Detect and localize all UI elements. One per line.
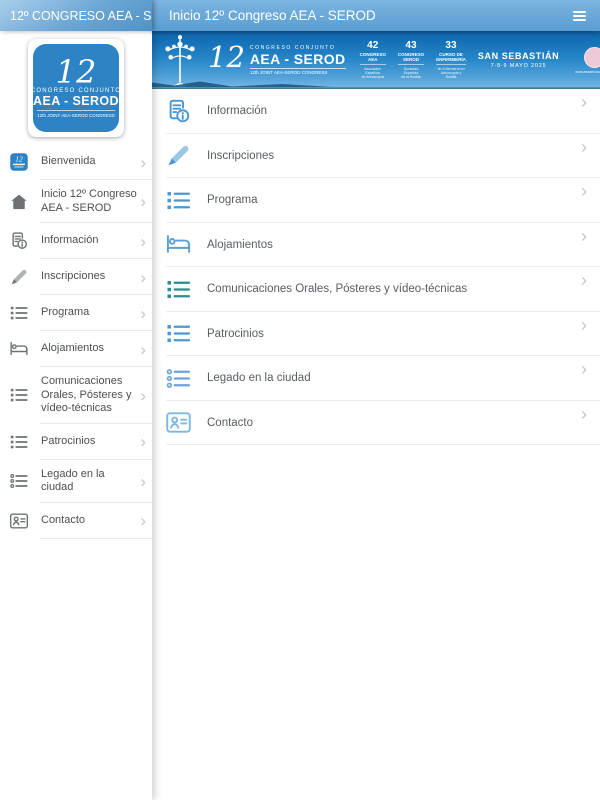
sidebar-item-bienvenida[interactable]: 12 Bienvenida › xyxy=(0,144,152,180)
badge-number: 43 xyxy=(405,40,417,52)
logo-subtitle: 12th JOINT AEA-SEROD CONGRESS xyxy=(37,110,115,118)
list-icon xyxy=(9,303,29,323)
sidebar-item-legado[interactable]: Legado en la ciudad › xyxy=(0,460,152,503)
list-icon xyxy=(9,432,29,452)
bed-icon xyxy=(9,339,29,359)
list-circles-icon xyxy=(9,471,29,491)
banner-location: SAN SEBASTIÁN 7-8-9 MAYO 2025 xyxy=(478,51,559,69)
chevron-right-icon: › xyxy=(140,152,146,172)
banner-badge-serod: 43 CONGRESO SEROD Sociedad Española de l… xyxy=(397,40,425,79)
main-item-informacion[interactable]: Información › xyxy=(152,89,600,134)
chevron-right-icon: › xyxy=(140,267,146,287)
main-item-contacto[interactable]: Contacto › xyxy=(152,401,600,446)
list-icon xyxy=(9,385,29,405)
badge-name: CONGRESO SEROD xyxy=(397,52,425,63)
page-header: Inicio 12º Congreso AEA - SEROD xyxy=(152,0,600,31)
chevron-right-icon: › xyxy=(581,314,587,335)
badge-number: 42 xyxy=(367,40,379,52)
main-item-inscripciones[interactable]: Inscripciones › xyxy=(152,134,600,179)
badge-number: 33 xyxy=(445,40,457,52)
chevron-right-icon: › xyxy=(581,92,587,112)
chevron-right-icon: › xyxy=(581,359,587,379)
sidebar-item-informacion[interactable]: Información › xyxy=(0,223,152,259)
home-icon xyxy=(9,192,29,212)
chevron-right-icon: › xyxy=(581,403,587,424)
banner-dates: 7-8-9 MAYO 2025 xyxy=(490,63,547,69)
contact-card-icon xyxy=(165,409,192,436)
chevron-right-icon: › xyxy=(581,181,587,201)
banner-image: 12 CONGRESO CONJUNTO AEA - SEROD 12th JO… xyxy=(152,31,600,89)
main-content: 12 CONGRESO CONJUNTO AEA - SEROD 12th JO… xyxy=(152,31,600,800)
chevron-right-icon: › xyxy=(140,303,146,323)
chevron-right-icon: › xyxy=(581,225,587,246)
chevron-right-icon: › xyxy=(140,385,146,405)
logo-number: 12 xyxy=(55,53,97,91)
main-item-legado[interactable]: Legado en la ciudad › xyxy=(152,356,600,401)
banner-logo-text: CONGRESO CONJUNTO AEA - SEROD 12th JOINT… xyxy=(249,45,346,75)
top-bar: 12º CONGRESO AEA - S... Inicio 12º Congr… xyxy=(0,0,600,31)
congress-logo-card: 12 CONGRESO CONJUNTO AEA - SEROD 12th JO… xyxy=(28,39,124,137)
banner-logo-name: AEA - SEROD xyxy=(249,51,346,67)
aea-url: www.aeaartroscopia.com xyxy=(575,69,600,74)
list-icon xyxy=(165,276,192,303)
main-item-comunicaciones[interactable]: Comunicaciones Orales, Pósteres y vídeo-… xyxy=(152,267,600,312)
chevron-right-icon: › xyxy=(581,136,587,157)
sidebar-item-comunicaciones[interactable]: Comunicaciones Orales, Pósteres y vídeo-… xyxy=(0,367,152,424)
app-title: 12º CONGRESO AEA - S... xyxy=(10,8,152,23)
document-info-icon xyxy=(9,231,29,251)
hamburger-menu-icon[interactable] xyxy=(570,8,589,24)
app-window: 12º CONGRESO AEA - S... Inicio 12º Congr… xyxy=(0,0,600,800)
sidebar-item-alojamientos[interactable]: Alojamientos › xyxy=(0,331,152,367)
chevron-right-icon: › xyxy=(140,432,146,451)
banner-badge-aea: 42 CONGRESO AEA Asociación Española de A… xyxy=(359,40,386,79)
main-item-programa[interactable]: Programa › xyxy=(152,178,600,223)
badge-name: CONGRESO AEA xyxy=(359,52,386,63)
sidebar-item-contacto[interactable]: Contacto › xyxy=(0,503,152,539)
chevron-right-icon: › xyxy=(140,471,146,491)
svg-text:12: 12 xyxy=(15,155,23,164)
chevron-right-icon: › xyxy=(140,339,146,359)
sidebar-item-inscripciones[interactable]: Inscripciones › xyxy=(0,259,152,295)
main-item-alojamientos[interactable]: Alojamientos › xyxy=(152,223,600,268)
sidebar-item-programa[interactable]: Programa › xyxy=(0,295,152,331)
banner-badge-enfermeria: 33 CURSO DE ENFERMERÍA de Enfermería en … xyxy=(436,41,466,79)
bed-icon xyxy=(165,231,192,258)
main-item-patrocinios[interactable]: Patrocinios › xyxy=(152,312,600,357)
banner-badges: 42 CONGRESO AEA Asociación Española de A… xyxy=(359,40,466,79)
document-info-icon xyxy=(165,98,192,125)
chevron-right-icon: › xyxy=(140,192,146,211)
aea-circle-icon xyxy=(584,46,600,68)
sidebar-item-inicio[interactable]: Inicio 12º Congreso AEA - SEROD › xyxy=(0,180,152,223)
banner-logo-subtitle: 12th JOINT AEA-SEROD CONGRESS xyxy=(249,68,346,75)
banner-logo-number: 12 xyxy=(208,40,245,74)
list-icon xyxy=(165,187,192,214)
congress-logo-icon: 12 xyxy=(9,152,29,172)
banner-city: SAN SEBASTIÁN xyxy=(477,51,560,61)
logo-name: AEA - SEROD xyxy=(33,94,119,108)
page-title: Inicio 12º Congreso AEA - SEROD xyxy=(169,8,376,23)
app-title-bar: 12º CONGRESO AEA - S... xyxy=(0,0,152,31)
chevron-right-icon: › xyxy=(140,511,146,530)
list-icon xyxy=(165,320,192,347)
aea-logo: www.aeaartroscopia.com xyxy=(575,46,600,74)
sidebar-item-patrocinios[interactable]: Patrocinios › xyxy=(0,424,152,460)
contact-card-icon xyxy=(9,511,29,531)
congress-logo: 12 CONGRESO CONJUNTO AEA - SEROD 12th JO… xyxy=(31,44,120,132)
main-menu-list: Información › Inscripciones › Programa ›… xyxy=(152,89,600,445)
pencil-icon xyxy=(165,142,192,169)
coastline-graphic xyxy=(152,81,600,89)
sidebar-menu: 12 Bienvenida › Inicio 12º Congreso AEA … xyxy=(0,144,152,539)
badge-name: CURSO DE ENFERMERÍA xyxy=(436,52,466,63)
pencil-icon xyxy=(9,267,29,287)
chevron-right-icon: › xyxy=(581,270,587,290)
list-circles-icon xyxy=(165,365,192,392)
sidebar: 12 CONGRESO CONJUNTO AEA - SEROD 12th JO… xyxy=(0,31,152,800)
chevron-right-icon: › xyxy=(140,231,146,251)
